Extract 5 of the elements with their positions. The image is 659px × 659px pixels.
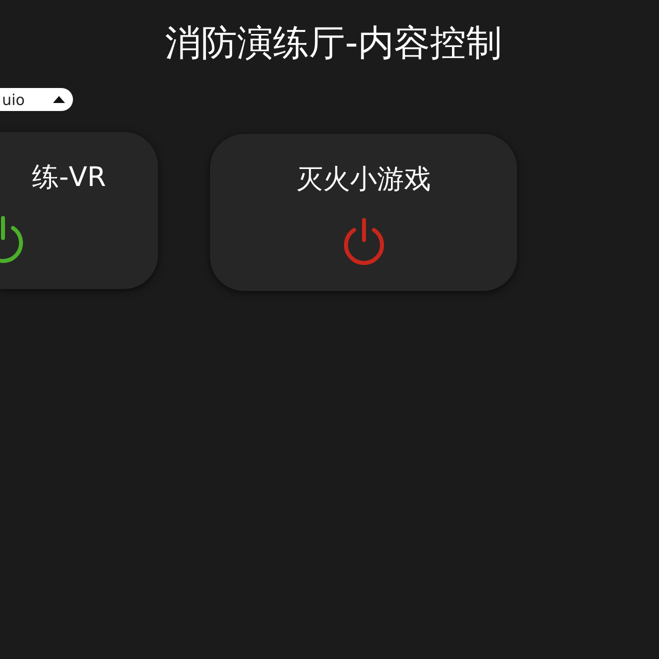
page-title: 消防演练厅-内容控制: [164, 22, 502, 66]
content-card[interactable]: 练-VR: [0, 132, 158, 289]
mode-dropdown[interactable]: uio: [0, 88, 73, 111]
caret-icon: [53, 96, 65, 103]
content-card[interactable]: 灭火小游戏: [210, 134, 517, 291]
